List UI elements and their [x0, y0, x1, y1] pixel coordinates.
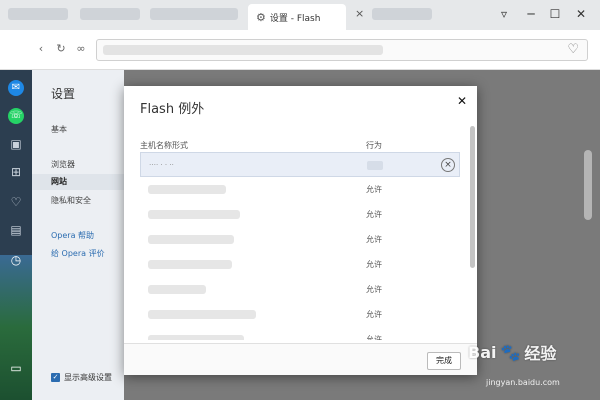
column-header-action: 行为: [366, 141, 382, 150]
watermark-brand: Bai: [468, 342, 497, 362]
watermark-brand-suffix: 经验: [524, 344, 557, 363]
close-window-button[interactable]: ✕: [572, 5, 590, 23]
back-icon[interactable]: ‹: [34, 42, 48, 56]
page-scrollbar[interactable]: [584, 150, 592, 220]
column-header-host: 主机名称形式: [140, 141, 188, 150]
advanced-settings-label: 显示高级设置: [64, 373, 112, 382]
sync-icon[interactable]: ∞: [74, 42, 88, 56]
minimize-button[interactable]: ─: [522, 5, 540, 23]
action-label[interactable]: 允许: [366, 259, 382, 270]
rate-opera-link[interactable]: 给 Opera 评价: [51, 248, 105, 259]
close-icon[interactable]: ✕: [455, 94, 469, 108]
action-label[interactable]: 允许: [366, 284, 382, 295]
action-select[interactable]: [367, 161, 383, 170]
host-pattern[interactable]: [148, 235, 234, 244]
host-pattern[interactable]: [148, 335, 244, 340]
gear-icon: ⚙: [256, 10, 266, 24]
panel-toggle-icon[interactable]: ▭: [8, 360, 24, 376]
url-field[interactable]: ♡: [96, 39, 588, 61]
table-row[interactable]: …. . . .. ×: [140, 152, 460, 177]
camera-icon[interactable]: ▣: [8, 136, 24, 152]
baidu-watermark: Bai 🐾 经验: [468, 340, 556, 364]
exceptions-list: …. . . .. × 允许 允许 允许 允许 允许 允许 允许: [140, 152, 460, 340]
tab-blurred[interactable]: [8, 8, 68, 20]
close-tab-icon[interactable]: ×: [355, 8, 365, 19]
host-pattern[interactable]: [148, 285, 206, 294]
tab-blurred[interactable]: [150, 8, 238, 20]
heart-icon[interactable]: ♡: [8, 194, 24, 210]
heart-icon[interactable]: ♡: [567, 42, 579, 57]
table-row[interactable]: 允许: [140, 227, 460, 252]
remove-icon[interactable]: ×: [441, 158, 455, 172]
settings-title: 设置: [51, 87, 76, 101]
reload-icon[interactable]: ↻: [54, 42, 68, 56]
dialog-scrollbar[interactable]: [470, 126, 475, 268]
maximize-button[interactable]: ☐: [546, 5, 564, 23]
tab-settings[interactable]: ⚙ 设置 - Flash: [248, 4, 346, 30]
host-pattern[interactable]: [148, 260, 232, 269]
tab-title: 设置 - Flash: [269, 13, 321, 24]
table-row[interactable]: 允许: [140, 327, 460, 340]
table-row[interactable]: 允许: [140, 302, 460, 327]
sidebar-item-basic[interactable]: 基本: [51, 124, 67, 135]
address-bar: ‹ ↻ ∞ ♡: [0, 30, 600, 96]
flash-exceptions-dialog: Flash 例外 ✕ 主机名称形式 行为 …. . . .. × 允许 允许 允…: [124, 86, 477, 375]
tab-blurred[interactable]: [372, 8, 432, 20]
tab-menu-icon[interactable]: ▿: [495, 5, 513, 23]
dialog-footer: 完成: [124, 343, 477, 375]
desktop-background: [0, 255, 32, 400]
host-pattern[interactable]: [148, 310, 256, 319]
advanced-settings-toggle[interactable]: ✓ 显示高级设置: [51, 372, 112, 383]
dialog-title: Flash 例外: [140, 102, 205, 117]
action-label[interactable]: 允许: [366, 209, 382, 220]
tab-bar: ⚙ 设置 - Flash × ▿ ─ ☐ ✕: [0, 0, 600, 30]
watermark-url: jingyan.baidu.com: [486, 378, 560, 387]
url-text-blurred: [103, 45, 383, 55]
action-label[interactable]: 允许: [366, 234, 382, 245]
paw-icon: 🐾: [500, 342, 521, 362]
apps-icon[interactable]: ⊞: [8, 164, 24, 180]
sidebar-item-privacy[interactable]: 隐私和安全: [51, 195, 91, 206]
host-pattern[interactable]: [148, 210, 240, 219]
news-icon[interactable]: ▤: [8, 222, 24, 238]
action-label[interactable]: 允许: [366, 309, 382, 320]
host-pattern[interactable]: [148, 185, 226, 194]
sidebar-rail: ✉ ☏ ▣ ⊞ ♡ ▤ ◷ ▭: [0, 70, 32, 400]
whatsapp-icon[interactable]: ☏: [8, 108, 24, 124]
settings-sidebar: 设置 基本 浏览器 网站 隐私和安全 Opera 帮助 给 Opera 评价 ✓…: [32, 70, 124, 400]
messenger-icon[interactable]: ✉: [8, 80, 24, 96]
done-button[interactable]: 完成: [427, 352, 461, 370]
help-link[interactable]: Opera 帮助: [51, 230, 94, 241]
sidebar-item-browser[interactable]: 浏览器: [51, 159, 75, 170]
host-pattern[interactable]: …. . . ..: [149, 159, 174, 167]
sidebar-item-websites[interactable]: 网站: [32, 174, 124, 190]
table-row[interactable]: 允许: [140, 277, 460, 302]
table-row[interactable]: 允许: [140, 177, 460, 202]
history-icon[interactable]: ◷: [8, 252, 24, 268]
action-label[interactable]: 允许: [366, 334, 382, 340]
table-row[interactable]: 允许: [140, 252, 460, 277]
table-row[interactable]: 允许: [140, 202, 460, 227]
tab-blurred[interactable]: [80, 8, 140, 20]
checkbox[interactable]: ✓: [51, 373, 60, 382]
action-label[interactable]: 允许: [366, 184, 382, 195]
